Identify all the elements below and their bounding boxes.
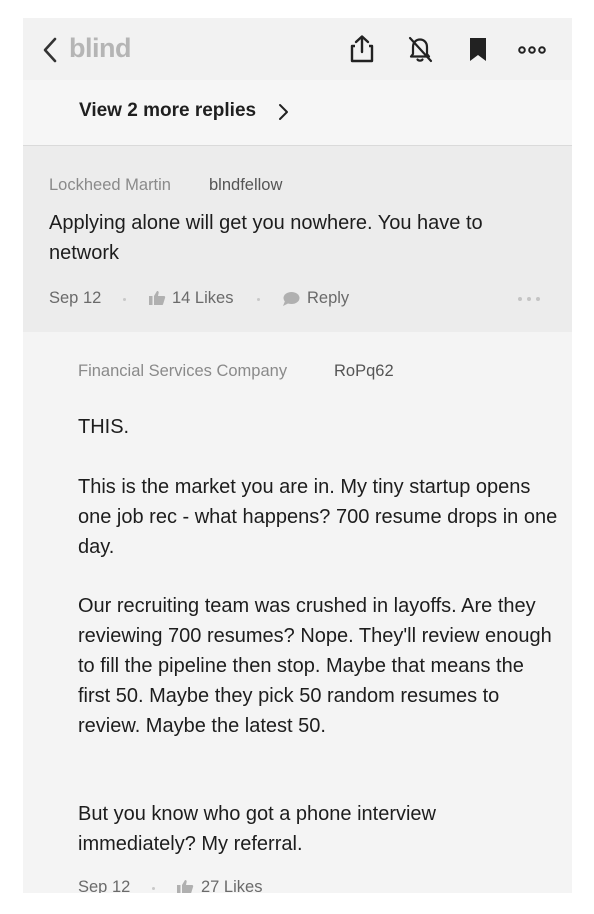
reply-button[interactable]: Reply xyxy=(307,289,349,308)
view-more-replies-button[interactable]: View 2 more replies xyxy=(23,80,572,146)
bookmark-icon[interactable] xyxy=(463,34,493,64)
comment-username[interactable]: blndfellow xyxy=(209,176,282,195)
view-more-replies-label: View 2 more replies xyxy=(79,100,257,121)
separator-dot xyxy=(123,298,126,301)
comment-more-icon[interactable] xyxy=(517,296,541,302)
more-horizontal-icon[interactable] xyxy=(517,34,547,64)
reply-paragraph: But you know who got a phone interview i… xyxy=(78,803,436,855)
reply-card: Financial Services Company RoPq62 THIS. … xyxy=(23,332,572,893)
reply-paragraph: This is the market you are in. My tiny s… xyxy=(78,476,558,558)
share-icon[interactable] xyxy=(347,34,377,64)
comment-date: Sep 12 xyxy=(49,289,102,307)
comment-company: Lockheed Martin xyxy=(49,176,171,194)
comment-card: Lockheed Martin blndfellow Applying alon… xyxy=(23,146,572,332)
reply-paragraph: THIS. xyxy=(78,416,130,438)
app-frame: blind View 2 more replies Lockheed Marti… xyxy=(23,18,572,893)
likes-count[interactable]: 27 Likes xyxy=(201,878,262,893)
top-bar: blind xyxy=(23,18,572,80)
reply-paragraph: Our recruiting team was crushed in layof… xyxy=(78,595,552,737)
thumbs-up-icon[interactable] xyxy=(148,290,166,306)
reply-username[interactable]: RoPq62 xyxy=(334,362,394,381)
separator-dot xyxy=(257,298,260,301)
likes-count[interactable]: 14 Likes xyxy=(172,289,233,308)
separator-dot xyxy=(152,887,155,890)
reply-date: Sep 12 xyxy=(78,878,131,893)
chevron-right-icon xyxy=(279,104,288,120)
thumbs-up-icon[interactable] xyxy=(176,879,194,893)
brand-logo[interactable]: blind xyxy=(69,33,131,64)
reply-bubble-icon[interactable] xyxy=(282,291,300,307)
back-chevron-icon[interactable] xyxy=(41,37,59,63)
comment-body: Applying alone will get you nowhere. You… xyxy=(49,212,483,264)
bell-off-icon[interactable] xyxy=(405,34,435,64)
reply-company: Financial Services Company xyxy=(78,362,288,380)
